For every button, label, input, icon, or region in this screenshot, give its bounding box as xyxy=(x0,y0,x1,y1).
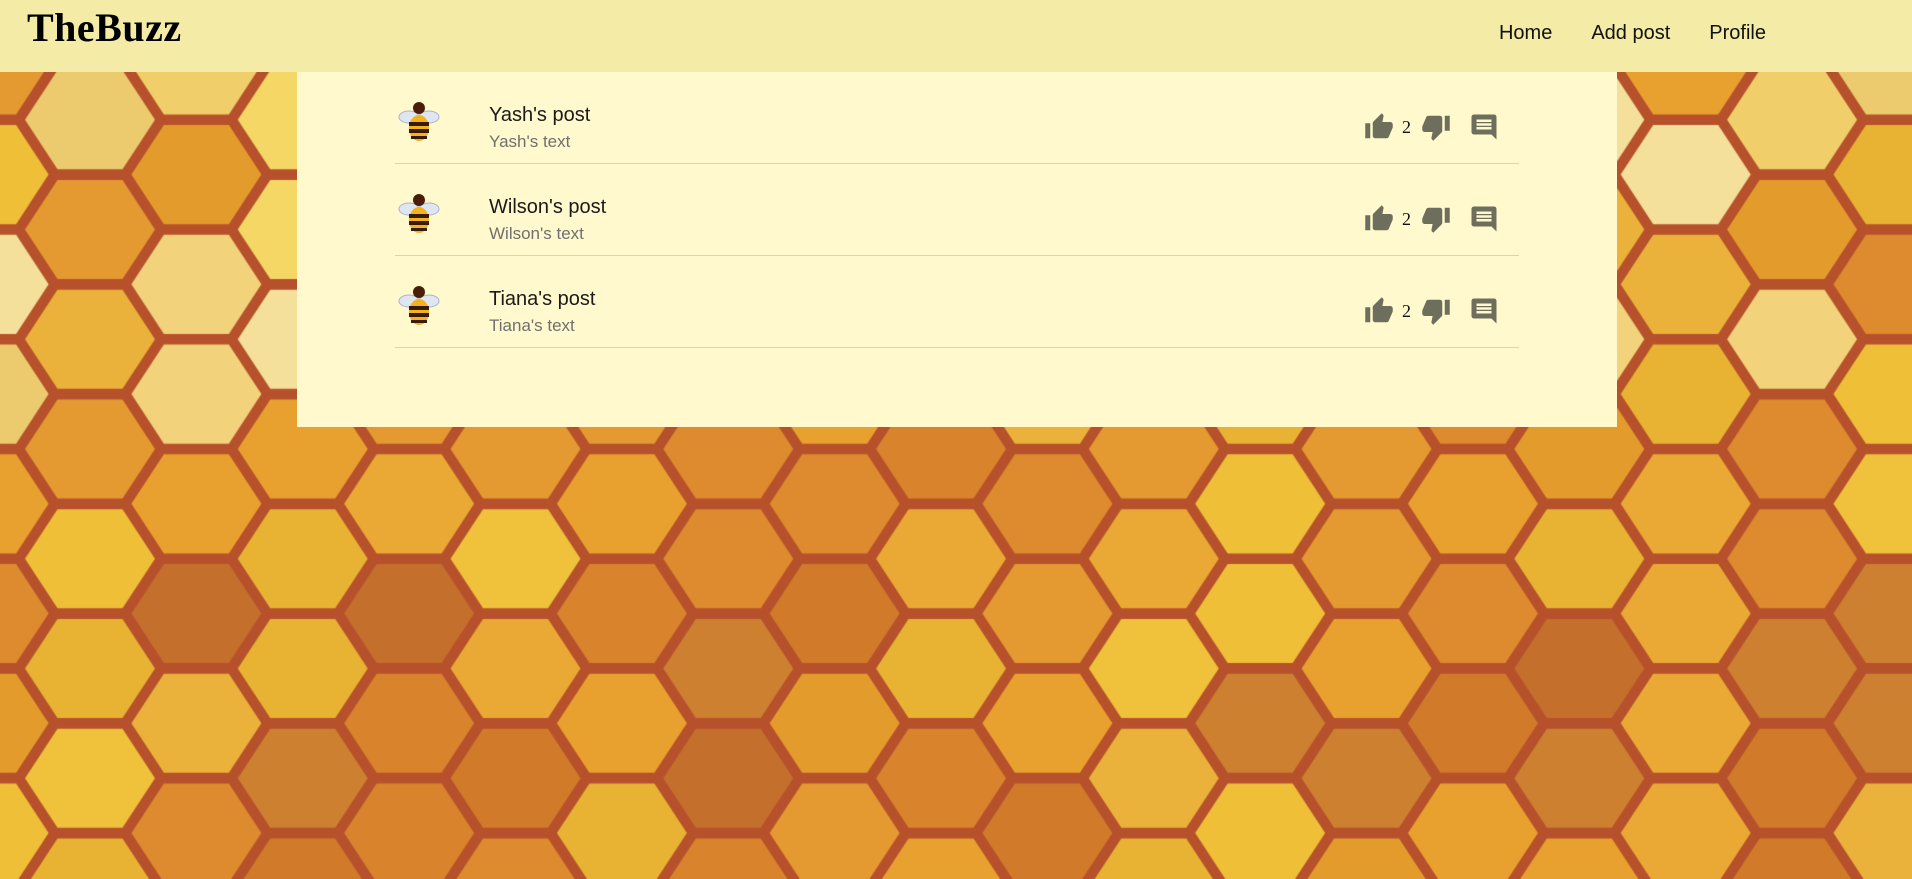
comment-icon[interactable] xyxy=(1469,204,1499,234)
post-item[interactable]: Yash's post Yash's text 2 xyxy=(395,72,1519,164)
post-item[interactable]: Tiana's post Tiana's text 2 xyxy=(395,256,1519,348)
thumb-down-icon[interactable] xyxy=(1421,296,1451,326)
post-item[interactable]: Wilson's post Wilson's text 2 xyxy=(395,164,1519,256)
bee-icon xyxy=(398,102,440,141)
post-actions: 2 xyxy=(1364,204,1499,234)
post-actions: 2 xyxy=(1364,296,1499,326)
nav-link-profile[interactable]: Profile xyxy=(1709,22,1766,45)
like-count: 2 xyxy=(1402,208,1411,229)
thumb-down-icon[interactable] xyxy=(1421,112,1451,142)
bee-icon xyxy=(398,194,440,233)
post-title: Tiana's post xyxy=(489,288,596,310)
nav-link-home[interactable]: Home xyxy=(1499,22,1552,45)
post-title: Wilson's post xyxy=(489,196,607,218)
post-text: Yash's text xyxy=(489,132,571,151)
brand-logo[interactable]: TheBuzz xyxy=(27,4,182,51)
post-title: Yash's post xyxy=(489,104,591,126)
post-actions: 2 xyxy=(1364,112,1499,142)
thumb-down-icon[interactable] xyxy=(1421,204,1451,234)
nav-link-add-post[interactable]: Add post xyxy=(1591,22,1670,45)
bee-icon xyxy=(398,286,440,325)
comment-icon[interactable] xyxy=(1469,112,1499,142)
thumb-up-icon[interactable] xyxy=(1364,112,1394,142)
post-list: Yash's post Yash's text 2 Wilson's post … xyxy=(395,72,1519,348)
like-count: 2 xyxy=(1402,116,1411,137)
thumb-up-icon[interactable] xyxy=(1364,296,1394,326)
nav-links: Home Add post Profile xyxy=(1460,22,1766,45)
posts-panel: Yash's post Yash's text 2 Wilson's post … xyxy=(297,72,1617,427)
like-count: 2 xyxy=(1402,300,1411,321)
thumb-up-icon[interactable] xyxy=(1364,204,1394,234)
comment-icon[interactable] xyxy=(1469,296,1499,326)
navbar: TheBuzz Home Add post Profile xyxy=(0,0,1912,72)
post-text: Tiana's text xyxy=(489,316,575,335)
post-text: Wilson's text xyxy=(489,224,584,243)
